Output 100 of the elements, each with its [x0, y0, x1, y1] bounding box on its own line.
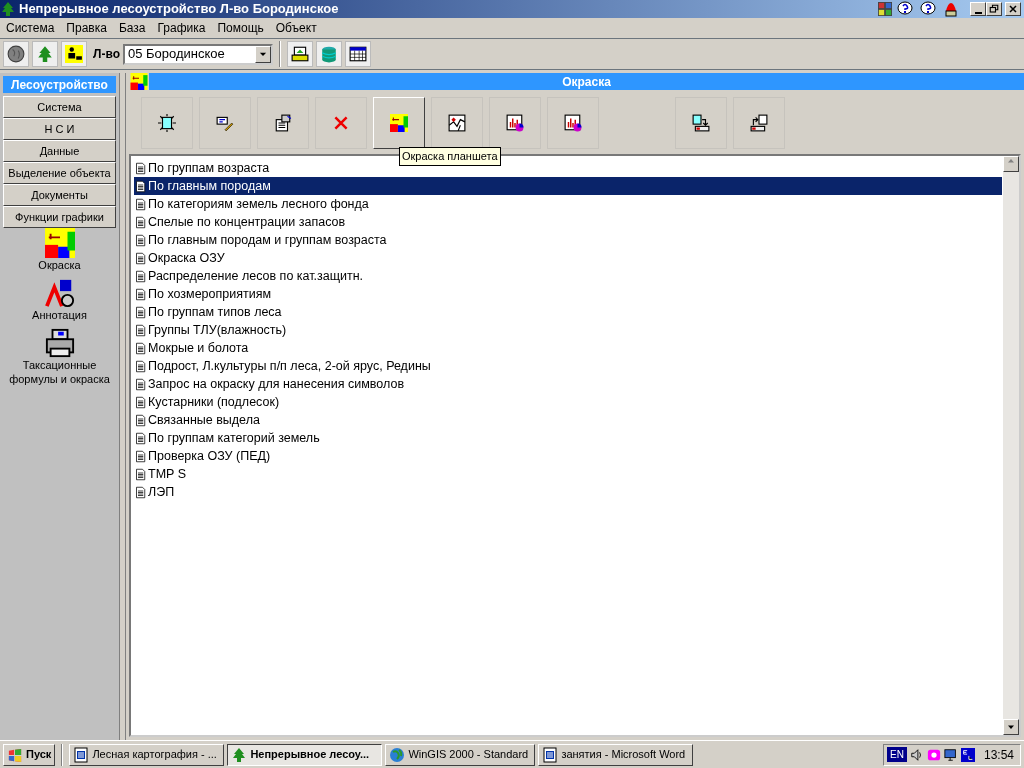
tool-button[interactable] — [257, 97, 309, 149]
document-icon — [135, 233, 147, 247]
list-item[interactable]: По группам типов леса — [134, 303, 1002, 321]
tree-button[interactable] — [32, 41, 58, 67]
taskbar-button[interactable]: Лесная картография - ... — [69, 743, 225, 766]
sidebar-button[interactable]: Данные — [3, 140, 116, 162]
menu-item[interactable]: Правка — [60, 17, 113, 39]
tree-icon — [231, 746, 248, 763]
new-page-icon — [158, 114, 176, 132]
taskbar-button[interactable]: занятия - Microsoft Word — [538, 743, 694, 766]
tree-icon — [0, 1, 16, 17]
tool-button[interactable] — [675, 97, 727, 149]
list-item[interactable]: По группам категорий земель — [134, 429, 1002, 447]
sidebar-button[interactable]: Система — [3, 96, 116, 118]
color-map-icon — [44, 228, 75, 258]
list-item[interactable]: По главным породам — [134, 177, 1002, 195]
annotation-icon — [44, 278, 75, 308]
toolbar-label: Л-во — [93, 46, 120, 63]
list-item[interactable]: Мокрые и болота — [134, 339, 1002, 357]
menu-item[interactable]: Помощь — [211, 17, 270, 39]
tree-icon — [36, 45, 54, 63]
close-button[interactable] — [1005, 2, 1021, 16]
menu-item[interactable]: Система — [0, 17, 61, 39]
sidebar-button[interactable]: Документы — [3, 184, 116, 206]
taskbar-button[interactable]: Непрерывное лесоу... — [227, 743, 383, 766]
sidebar-item[interactable]: Таксационные формулы и окраска — [3, 358, 116, 386]
sidebar-item[interactable]: Аннотация — [32, 308, 87, 322]
import-icon — [692, 114, 710, 132]
delete-icon — [332, 114, 350, 132]
scroll-down-button[interactable] — [1003, 719, 1019, 735]
document-icon — [542, 746, 559, 763]
worker-button[interactable] — [61, 41, 87, 67]
list-item[interactable]: По категориям земель лесного фонда — [134, 195, 1002, 213]
sidebar-button[interactable]: Функции графики — [3, 206, 116, 228]
list-item[interactable]: Спелые по концентрации запасов — [134, 213, 1002, 231]
window-title: Непрерывное лесоустройство Л-во Бородинское — [19, 0, 340, 19]
sidebar-button[interactable]: Н С И — [3, 118, 116, 140]
minimize-icon — [974, 11, 982, 14]
list-item[interactable]: ЛЭП — [134, 483, 1002, 501]
document-icon — [135, 197, 147, 211]
panel-header: Окраска — [149, 73, 1024, 90]
palette-icon — [878, 2, 892, 16]
document-icon — [135, 251, 147, 265]
list-item[interactable]: По главным породам и группам возраста — [134, 231, 1002, 249]
windows-logo-icon — [7, 747, 23, 762]
document-icon — [135, 341, 147, 355]
color-map-icon — [129, 73, 149, 90]
table-button[interactable] — [344, 41, 371, 67]
document-icon — [135, 359, 147, 373]
document-icon — [135, 485, 147, 499]
worker-icon — [65, 45, 83, 63]
tool-button[interactable] — [489, 97, 541, 149]
up-arrow-icon — [1007, 157, 1015, 165]
document-icon — [135, 323, 147, 337]
document-icon — [135, 305, 147, 319]
menu-item[interactable]: Графика — [151, 17, 212, 39]
keyboard-layout-icon — [960, 747, 975, 762]
document-icon — [135, 377, 147, 391]
restore-icon — [988, 3, 1000, 15]
close-icon — [1007, 3, 1019, 15]
list-item[interactable]: Окраска ОЗУ — [134, 249, 1002, 267]
chart-icon — [564, 114, 582, 132]
document-icon — [135, 431, 147, 445]
list-item[interactable]: Группы ТЛУ(влажность) — [134, 321, 1002, 339]
list-item[interactable]: Распределение лесов по кат.защитн. — [134, 267, 1002, 285]
menu-item[interactable]: Объект — [269, 17, 323, 39]
database-icon — [319, 45, 338, 63]
minimize-button[interactable] — [970, 2, 986, 16]
printer-icon — [290, 45, 309, 63]
sidebar-item[interactable]: Окраска — [38, 258, 81, 272]
document-icon — [135, 179, 147, 193]
list-item[interactable]: Связанные выдела — [134, 411, 1002, 429]
print-button[interactable] — [286, 41, 313, 67]
forestry-dropdown[interactable]: 05 Бородинское — [122, 43, 273, 65]
printer-icon — [44, 328, 75, 358]
tool-button[interactable] — [733, 97, 785, 149]
document-icon — [135, 395, 147, 409]
list-item[interactable]: TMP S — [134, 465, 1002, 483]
sidebar-button[interactable]: Выделение объекта — [3, 162, 116, 184]
list-item[interactable]: Кустарники (подлесок) — [134, 393, 1002, 411]
globe-button[interactable] — [3, 41, 29, 67]
list-item[interactable]: Подрост, Л.культуры п/п леса, 2-ой ярус, Редины — [134, 357, 1002, 375]
scroll-up-button[interactable] — [1003, 156, 1019, 172]
table-icon — [348, 45, 367, 63]
tool-button[interactable] — [547, 97, 599, 149]
taskbar-button[interactable]: WinGIS 2000 - Standard — [385, 743, 536, 766]
list-item[interactable]: Запрос на окраску для нанесения символов — [134, 375, 1002, 393]
export-icon — [750, 114, 768, 132]
menu-item[interactable]: База — [112, 17, 152, 39]
document-icon — [135, 269, 147, 283]
help-bubble-icon — [918, 1, 938, 17]
document-icon — [135, 287, 147, 301]
start-button[interactable]: Пуск — [3, 743, 56, 766]
tool-button[interactable] — [431, 97, 483, 149]
language-indicator[interactable]: EN — [887, 747, 907, 762]
document-icon — [135, 413, 147, 427]
list-item[interactable]: Проверка ОЗУ (ПЕД) — [134, 447, 1002, 465]
help-bubble-icon — [895, 1, 915, 17]
list-item[interactable]: По хозмероприятиям — [134, 285, 1002, 303]
restore-button[interactable] — [986, 2, 1002, 16]
